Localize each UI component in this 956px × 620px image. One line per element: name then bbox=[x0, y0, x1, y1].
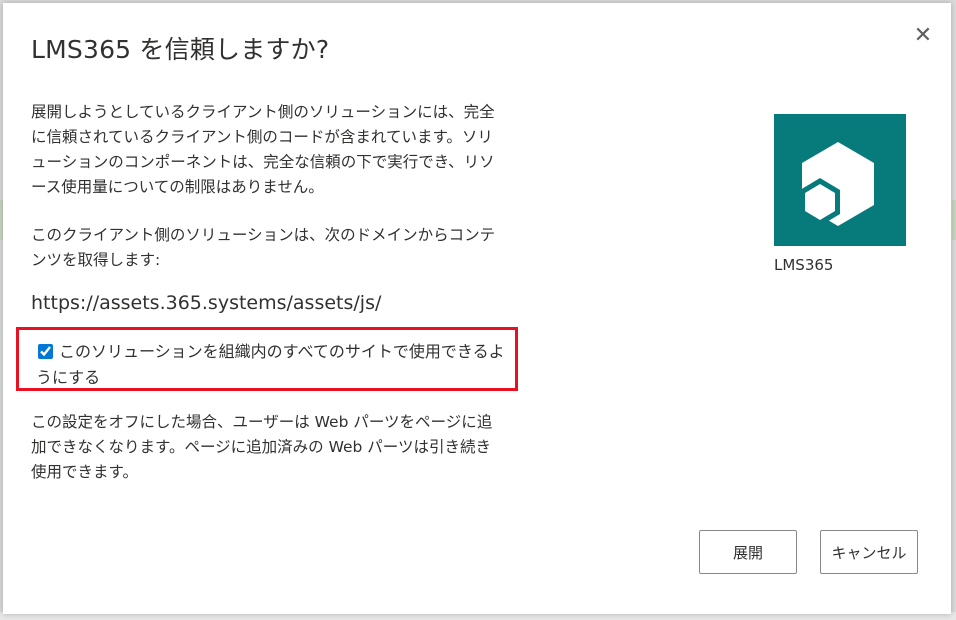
trust-dialog: LMS365 を信頼しますか? ✕ 展開しようとしているクライアント側のソリュー… bbox=[3, 3, 951, 614]
trust-description: 展開しようとしているクライアント側のソリューションには、完全に信頼されているクラ… bbox=[31, 103, 495, 196]
domain-url: https://assets.365.systems/assets/js/ bbox=[31, 292, 382, 314]
close-icon[interactable]: ✕ bbox=[907, 19, 939, 51]
domain-description: このクライアント側のソリューションは、次のドメインからコンテンツを取得します: bbox=[31, 226, 496, 269]
deploy-button[interactable]: 展開 bbox=[699, 530, 797, 574]
dialog-title: LMS365 を信頼しますか? bbox=[31, 35, 330, 64]
tenant-wide-checkbox-label: このソリューションを組織内のすべてのサイトで使用できるようにする bbox=[36, 342, 505, 387]
lms365-hexagon-logo-icon bbox=[774, 114, 906, 246]
background-accent-right bbox=[952, 200, 956, 240]
tenant-wide-checkbox[interactable] bbox=[38, 344, 53, 359]
app-name: LMS365 bbox=[774, 256, 834, 274]
cancel-button[interactable]: キャンセル bbox=[820, 530, 918, 574]
setting-note: この設定をオフにした場合、ユーザーは Web パーツをページに追加できなくなりま… bbox=[31, 413, 493, 481]
tenant-wide-option[interactable]: このソリューションを組織内のすべてのサイトで使用できるようにする bbox=[36, 339, 506, 391]
